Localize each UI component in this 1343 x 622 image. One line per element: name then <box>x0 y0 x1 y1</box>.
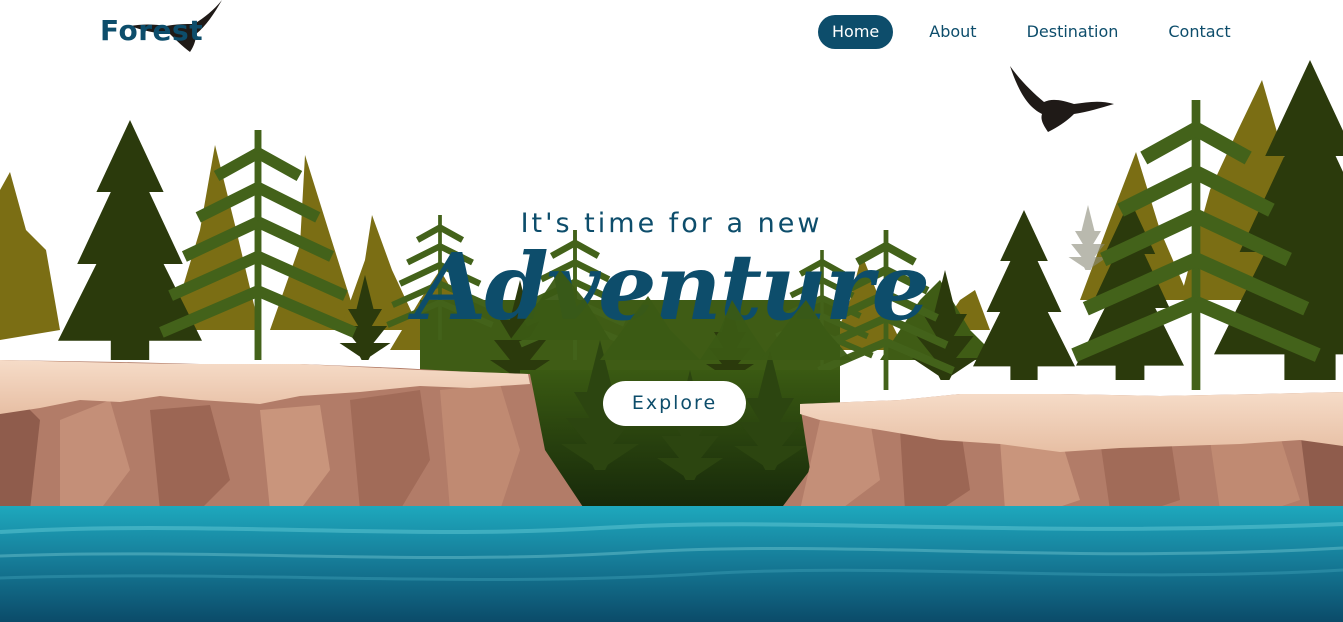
brand-logo[interactable]: Forest <box>100 14 203 47</box>
hero-text: It's time for a new <box>0 206 1343 242</box>
hero-headline: Adventure <box>415 233 930 341</box>
nav-item-contact[interactable]: Contact <box>1154 15 1244 49</box>
water <box>0 506 1343 622</box>
hero-tagline: It's time for a new <box>520 208 823 239</box>
top-navbar: Forest Home About Destination Contact <box>0 0 1343 65</box>
eagle-icon <box>1010 66 1114 132</box>
main-nav: Home About Destination Contact <box>818 15 1245 49</box>
explore-button[interactable]: Explore <box>603 381 746 426</box>
nav-item-destination[interactable]: Destination <box>1013 15 1133 49</box>
right-cliff <box>780 392 1343 510</box>
left-cliff <box>0 360 585 510</box>
landing-page: Adventure Forest Home About Destination … <box>0 0 1343 622</box>
nav-item-home[interactable]: Home <box>818 15 894 49</box>
nav-item-about[interactable]: About <box>915 15 990 49</box>
